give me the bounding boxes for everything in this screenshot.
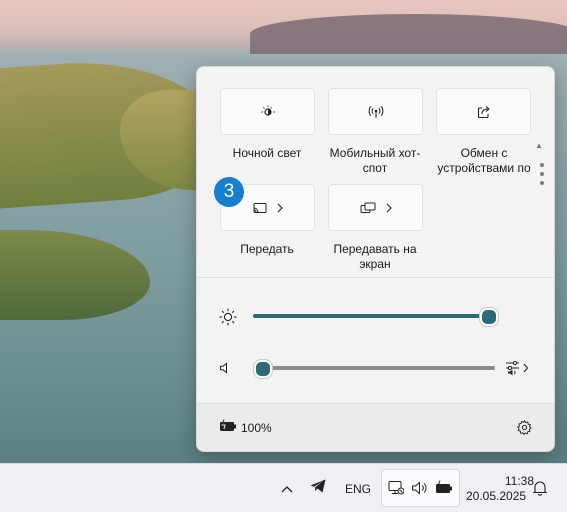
- sound-output-icon[interactable]: [505, 359, 531, 380]
- night-light-icon: [261, 105, 275, 119]
- system-tray-group[interactable]: [381, 469, 460, 507]
- battery-charging-icon[interactable]: [219, 419, 237, 436]
- wallpaper-land: [0, 230, 150, 320]
- taskbar: ENG 11:38 20.05.2025: [0, 463, 567, 512]
- volume-icon[interactable]: [219, 362, 231, 377]
- speaker-icon: [411, 481, 429, 498]
- share-icon: [477, 105, 491, 119]
- battery-percent[interactable]: 100%: [241, 421, 272, 435]
- volume-slider-thumb[interactable]: [254, 360, 272, 378]
- brightness-icon: [219, 308, 237, 329]
- chevron-right-icon: [277, 203, 283, 213]
- quick-settings-panel: Ночной свет Мобильный хот-спот Обмен с у…: [196, 66, 555, 452]
- project-icon: [360, 202, 376, 214]
- telegram-icon[interactable]: [310, 479, 326, 496]
- network-icon: [388, 480, 405, 499]
- brightness-slider-thumb[interactable]: [480, 308, 498, 326]
- clock-date[interactable]: 20.05.2025: [466, 489, 526, 503]
- night-light-button[interactable]: [220, 88, 315, 135]
- quick-settings-footer: 100%: [197, 403, 554, 451]
- volume-slider[interactable]: [261, 366, 495, 370]
- page-dots[interactable]: [540, 163, 544, 190]
- night-light-label: Ночной свет: [232, 146, 302, 160]
- notification-bell-icon[interactable]: [532, 480, 548, 499]
- project-button[interactable]: [328, 184, 423, 231]
- mobile-hotspot-button[interactable]: [328, 88, 423, 135]
- language-indicator[interactable]: ENG: [345, 482, 371, 496]
- mobile-hotspot-label: Мобильный хот-спот: [329, 146, 421, 175]
- settings-gear-icon[interactable]: [516, 420, 532, 438]
- scroll-up-icon[interactable]: ▲: [535, 141, 543, 150]
- project-label: Передавать на экран: [333, 242, 417, 271]
- nearby-sharing-button[interactable]: [436, 88, 531, 135]
- cast-label: Передать: [240, 242, 294, 256]
- show-hidden-icons-chevron-icon[interactable]: [281, 482, 293, 496]
- battery-icon: [435, 480, 453, 499]
- divider: [197, 277, 554, 278]
- step-badge: 3: [214, 177, 244, 207]
- brightness-slider[interactable]: [253, 314, 487, 318]
- chevron-right-icon: [386, 203, 392, 213]
- hotspot-icon: [368, 105, 384, 119]
- wallpaper-hill: [250, 14, 567, 54]
- nearby-sharing-label: Обмен с устройствами по: [437, 146, 531, 175]
- clock-time[interactable]: 11:38: [492, 474, 534, 488]
- cast-icon: [253, 202, 267, 214]
